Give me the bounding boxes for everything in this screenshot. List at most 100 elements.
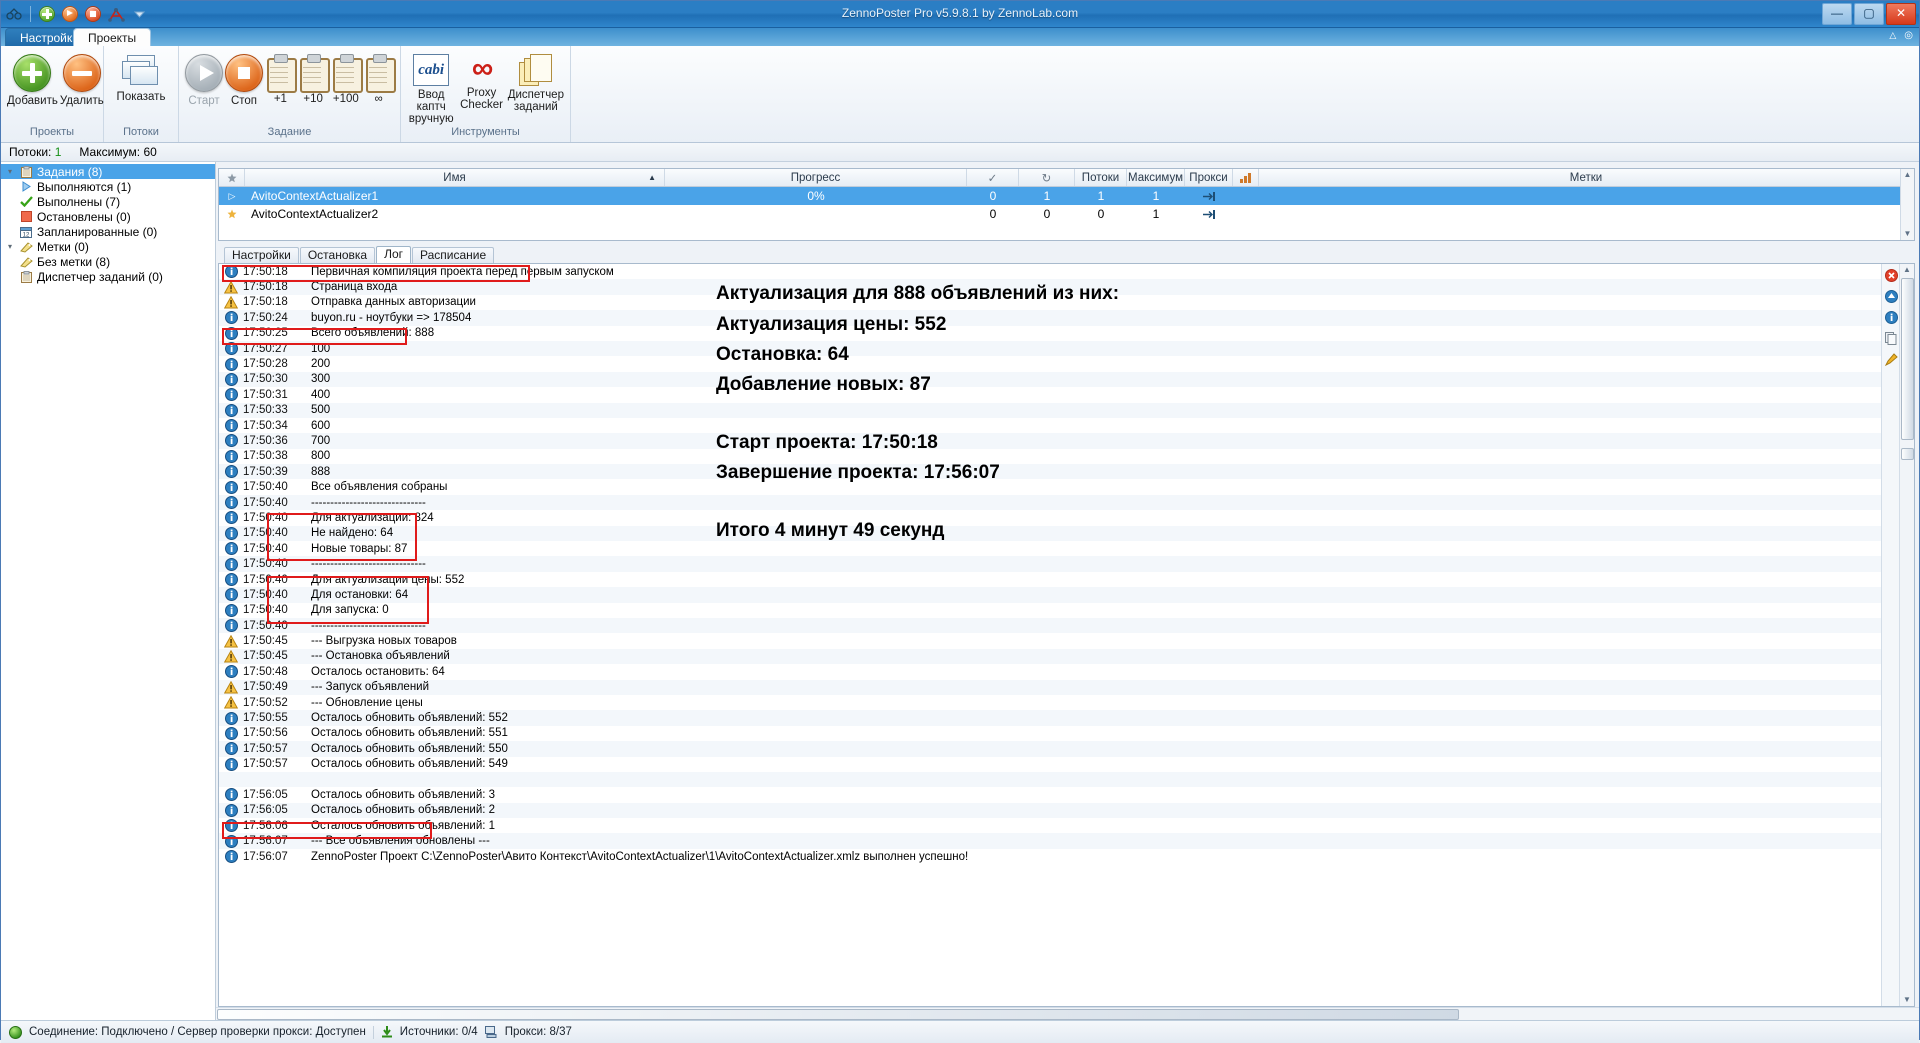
column-header-completed[interactable]: ✓ — [967, 169, 1019, 186]
log-row[interactable]: 17:50:18Страница входа — [219, 279, 1882, 294]
add-1-task-button[interactable]: +1 — [265, 50, 296, 105]
log-row[interactable]: 17:56:07ZennoPoster Проект C:\ZennoPoste… — [219, 849, 1882, 864]
close-button[interactable]: ✕ — [1886, 3, 1916, 25]
sidebar-item-scheduled[interactable]: 12 Запланированные (0) — [1, 224, 215, 239]
close-red-icon[interactable] — [1884, 268, 1898, 282]
log-row[interactable]: 17:50:48Осталось остановить: 64 — [219, 664, 1882, 679]
table-row[interactable]: ▷ AvitoContextActualizer1 0% 0 1 1 1 — [219, 187, 1914, 205]
log-row[interactable]: 17:50:24buyon.ru - ноутбуки => 178504 — [219, 310, 1882, 325]
sidebar-item-task-manager[interactable]: Диспетчер заданий (0) — [1, 269, 215, 284]
log-row[interactable]: 17:56:05Осталось обновить объявлений: 3 — [219, 787, 1882, 802]
row-star-icon[interactable] — [219, 209, 245, 219]
task-manager-button[interactable]: Диспетчер заданий — [508, 50, 564, 113]
tab-stop[interactable]: Остановка — [300, 247, 375, 263]
column-header-chart[interactable] — [1233, 169, 1259, 186]
log-row[interactable]: 17:50:57Осталось обновить объявлений: 54… — [219, 757, 1882, 772]
log-row[interactable]: 17:50:34600 — [219, 418, 1882, 433]
delete-project-button[interactable]: Удалить — [60, 50, 104, 107]
scroll-down-icon[interactable]: ▼ — [1901, 228, 1914, 240]
log-row[interactable]: 17:50:39888 — [219, 464, 1882, 479]
marker-icon[interactable] — [1884, 352, 1898, 366]
log-row[interactable]: 17:50:40------------------------------ — [219, 618, 1882, 633]
log-row[interactable] — [219, 772, 1882, 787]
start-task-button[interactable]: Старт — [185, 50, 223, 107]
log-row[interactable]: 17:50:56Осталось обновить объявлений: 55… — [219, 726, 1882, 741]
chevron-down-icon[interactable]: ▾ — [5, 167, 15, 176]
column-header-star[interactable] — [219, 169, 245, 186]
log-row[interactable]: 17:56:06Осталось обновить объявлений: 1 — [219, 818, 1882, 833]
log-horizontal-scrollbar[interactable] — [216, 1007, 1919, 1020]
info-blue-icon[interactable] — [1884, 310, 1898, 324]
column-header-name[interactable]: Имя ▲ — [245, 169, 665, 186]
ribbon-collapse-icon[interactable]: △ — [1889, 30, 1896, 41]
grid-vertical-scrollbar[interactable]: ▲ ▼ — [1900, 169, 1914, 240]
log-row[interactable]: 17:50:40Новые товары: 87 — [219, 541, 1882, 556]
sidebar-item-running[interactable]: Выполняются (1) — [1, 179, 215, 194]
scrollbar-thumb-lower[interactable] — [1901, 448, 1914, 460]
scrollbar-thumb[interactable] — [217, 1009, 1459, 1020]
log-row[interactable]: 17:50:40Для актуализации цены: 552 — [219, 572, 1882, 587]
minimize-button[interactable]: — — [1822, 3, 1852, 25]
log-row[interactable]: 17:50:25Всего объявлений: 888 — [219, 326, 1882, 341]
log-row[interactable]: 17:50:40Для запуска: 0 — [219, 603, 1882, 618]
proxy-checker-button[interactable]: ∞ Proxy Checker — [457, 50, 505, 111]
up-arrow-blue-icon[interactable] — [1884, 289, 1898, 303]
column-header-retries[interactable]: ↻ — [1019, 169, 1075, 186]
scroll-down-icon[interactable]: ▼ — [1900, 994, 1914, 1006]
column-header-proxy[interactable]: Прокси — [1185, 169, 1233, 186]
log-row[interactable]: 17:50:33500 — [219, 403, 1882, 418]
tab-projects[interactable]: Проекты — [73, 28, 151, 47]
tab-schedule[interactable]: Расписание — [412, 247, 494, 263]
sidebar-item-completed[interactable]: Выполнены (7) — [1, 194, 215, 209]
add-100-tasks-button[interactable]: +100 — [331, 50, 362, 105]
log-row[interactable]: 17:50:18Первичная компиляция проекта пер… — [219, 264, 1882, 279]
column-header-threads[interactable]: Потоки — [1075, 169, 1127, 186]
log-row[interactable]: 17:50:31400 — [219, 387, 1882, 402]
help-icon[interactable]: ◎ — [1904, 30, 1913, 41]
stop-task-button[interactable]: Стоп — [225, 50, 263, 107]
log-row[interactable]: 17:50:40------------------------------ — [219, 495, 1882, 510]
log-row[interactable]: 17:50:55Осталось обновить объявлений: 55… — [219, 710, 1882, 725]
tab-log[interactable]: Лог — [376, 246, 411, 263]
log-row[interactable]: 17:50:36700 — [219, 433, 1882, 448]
show-threads-button[interactable]: Показать — [110, 50, 172, 103]
sidebar-item-no-tag[interactable]: Без метки (8) — [1, 254, 215, 269]
log-row[interactable]: 17:50:45--- Остановка объявлений — [219, 649, 1882, 664]
add-10-tasks-button[interactable]: +10 — [298, 50, 329, 105]
log-row[interactable]: 17:50:28200 — [219, 356, 1882, 371]
log-row[interactable]: 17:50:40Для остановки: 64 — [219, 587, 1882, 602]
sidebar-item-stopped[interactable]: Остановлены (0) — [1, 209, 215, 224]
log-vertical-scrollbar[interactable]: ▲ ▼ — [1899, 264, 1914, 1006]
sidebar-item-tags[interactable]: ▾ Метки (0) — [1, 239, 215, 254]
row-star-icon[interactable]: ▷ — [219, 191, 245, 202]
log-row[interactable]: 17:50:40------------------------------ — [219, 556, 1882, 571]
column-header-progress[interactable]: Прогресс — [665, 169, 967, 186]
column-header-max[interactable]: Максимум — [1127, 169, 1185, 186]
copy-icon[interactable] — [1884, 331, 1898, 345]
tab-settings[interactable]: Настройки — [224, 247, 299, 263]
add-infinite-tasks-button[interactable]: ∞ — [363, 50, 394, 105]
log-row[interactable]: 17:50:40Не найдено: 64 — [219, 526, 1882, 541]
log-row[interactable]: 17:50:52--- Обновление цены — [219, 695, 1882, 710]
log-row[interactable]: 17:50:27100 — [219, 341, 1882, 356]
log-row[interactable]: 17:50:40Все объявления собраны — [219, 479, 1882, 494]
log-row[interactable]: 17:56:07--- Все объявления обновлены --- — [219, 833, 1882, 848]
column-header-tags[interactable]: Метки — [1259, 169, 1914, 186]
table-row[interactable]: AvitoContextActualizer2 0 0 0 1 — [219, 205, 1914, 223]
log-row[interactable]: 17:50:18Отправка данных авторизации — [219, 295, 1882, 310]
log-row[interactable]: 17:50:49--- Запуск объявлений — [219, 680, 1882, 695]
log-row[interactable]: 17:50:30300 — [219, 372, 1882, 387]
log-row[interactable]: 17:50:40Для актуализации: 824 — [219, 510, 1882, 525]
scroll-up-icon[interactable]: ▲ — [1901, 169, 1914, 181]
chevron-down-icon[interactable]: ▾ — [5, 242, 15, 251]
log-row[interactable]: 17:56:05Осталось обновить объявлений: 2 — [219, 803, 1882, 818]
log-rows[interactable]: 17:50:18Первичная компиляция проекта пер… — [219, 264, 1882, 1006]
sidebar-item-tasks[interactable]: ▾ Задания (8) — [1, 164, 215, 179]
add-project-button[interactable]: Добавить — [7, 50, 58, 107]
manual-captcha-button[interactable]: cabi Ввод каптч вручную — [407, 50, 455, 125]
scroll-up-icon[interactable]: ▲ — [1900, 264, 1914, 276]
log-row[interactable]: 17:50:45--- Выгрузка новых товаров — [219, 633, 1882, 648]
scrollbar-thumb[interactable] — [1901, 278, 1914, 440]
maximize-button[interactable]: ▢ — [1854, 3, 1884, 25]
log-row[interactable]: 17:50:57Осталось обновить объявлений: 55… — [219, 741, 1882, 756]
